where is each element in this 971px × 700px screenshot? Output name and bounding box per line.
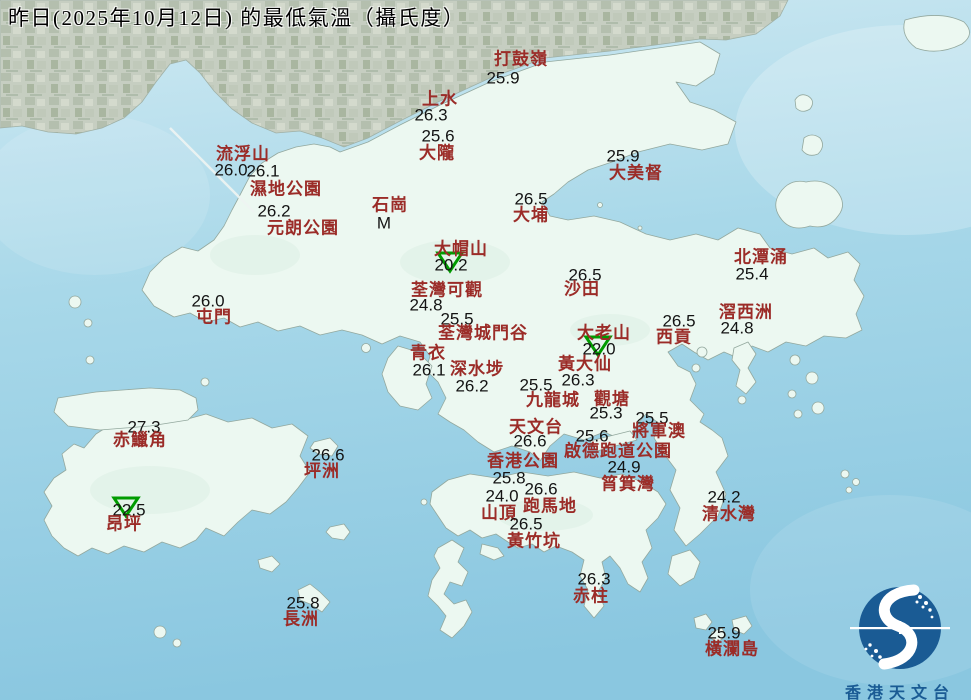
station-name: 將軍澳 <box>632 423 686 440</box>
station-value: 26.1 <box>412 362 445 379</box>
station-name: 大帽山 <box>434 241 488 258</box>
station-value: 26.1 <box>246 163 279 180</box>
station-name: 北潭涌 <box>734 249 788 266</box>
station-name: 香港公園 <box>487 453 559 470</box>
station-value: 26.3 <box>561 372 594 389</box>
station-name: 青衣 <box>410 345 446 362</box>
station-name: 滘西洲 <box>719 304 773 321</box>
station-value: 24.9 <box>607 459 640 476</box>
station-value: 25.4 <box>735 266 768 283</box>
station-value: 26.0 <box>214 162 247 179</box>
station-name: 黃大仙 <box>558 356 612 373</box>
station-value: 25.8 <box>492 470 525 487</box>
station-name: 橫瀾島 <box>705 641 759 658</box>
station-name: 黃竹坑 <box>507 533 561 550</box>
station-name: 大埔 <box>513 207 549 224</box>
station-name: 赤鱲角 <box>113 432 167 449</box>
station-label-layer: 25.9打鼓嶺26.3上水25.6大隴26.0流浮山26.1濕地公園26.2元朗… <box>0 0 971 700</box>
station-name: 觀塘 <box>594 391 630 408</box>
station-name: 昂坪 <box>106 516 142 533</box>
station-name: 上水 <box>422 91 458 108</box>
station-value: 25.9 <box>606 148 639 165</box>
hko-logo-chinese: 香港天文台 <box>838 679 962 700</box>
station-value: 24.2 <box>707 489 740 506</box>
station-name: 沙田 <box>564 281 600 298</box>
station-name: 長洲 <box>283 611 319 628</box>
station-name: 流浮山 <box>216 146 270 163</box>
station-name: 深水埗 <box>450 361 504 378</box>
station-name: 荃灣城門谷 <box>438 325 528 342</box>
station-name: 跑馬地 <box>523 498 577 515</box>
station-name: 石崗 <box>372 197 408 214</box>
station-name: 元朗公園 <box>267 220 339 237</box>
station-name: 天文台 <box>509 419 563 436</box>
station-value: 24.0 <box>485 488 518 505</box>
station-name: 大隴 <box>419 145 455 162</box>
hko-logo-icon <box>838 583 962 673</box>
station-value: 20.2 <box>434 257 467 274</box>
station-value: 25.9 <box>486 70 519 87</box>
station-value: 26.6 <box>524 481 557 498</box>
station-name: 九龍城 <box>526 392 580 409</box>
map-canvas: .land{fill:#ecf8f1;stroke:#93a89e;stroke… <box>0 0 971 700</box>
station-value: 26.5 <box>509 516 542 533</box>
station-name: 赤柱 <box>573 588 609 605</box>
station-value: 26.2 <box>257 203 290 220</box>
station-value: M <box>377 215 391 232</box>
station-value: 25.6 <box>421 128 454 145</box>
station-name: 大老山 <box>577 325 631 342</box>
station-name: 打鼓嶺 <box>494 51 548 68</box>
station-name: 坪洲 <box>304 463 340 480</box>
station-name: 西貢 <box>656 329 692 346</box>
station-name: 清水灣 <box>702 506 756 523</box>
hko-logo: 香港天文台 HONG KONG OBSERVATORY <box>838 583 962 700</box>
station-value: 26.2 <box>455 378 488 395</box>
station-name: 筲箕灣 <box>601 476 655 493</box>
station-value: 26.3 <box>577 571 610 588</box>
station-name: 屯門 <box>196 309 232 326</box>
station-value: 24.8 <box>720 320 753 337</box>
station-value: 26.3 <box>414 107 447 124</box>
station-name: 大美督 <box>609 165 663 182</box>
station-name: 濕地公園 <box>250 181 322 198</box>
map-title: 昨日(2025年10月12日) 的最低氣溫（攝氏度） <box>8 2 465 32</box>
station-name: 荃灣可觀 <box>411 282 483 299</box>
